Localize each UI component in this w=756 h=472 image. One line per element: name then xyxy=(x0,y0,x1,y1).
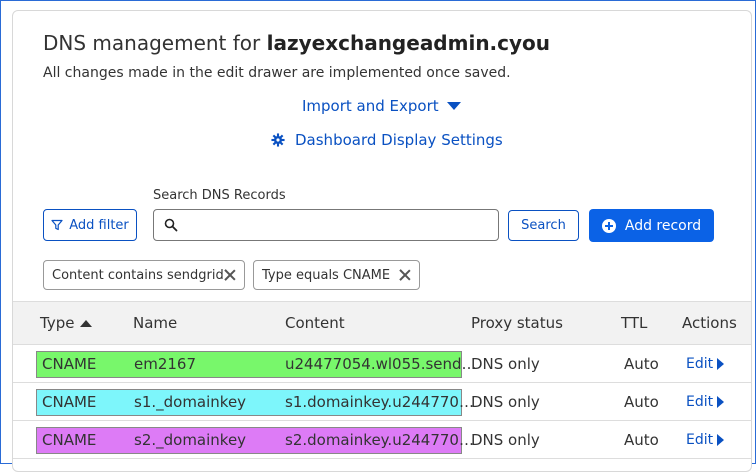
add-record-label: Add record xyxy=(624,217,702,234)
record-content: s1.domainkey.u244770… xyxy=(285,392,474,411)
record-type: CNAME xyxy=(42,430,97,449)
edit-record-button[interactable]: Edit xyxy=(686,356,725,372)
page-title: DNS management for lazyexchangeadmin.cyo… xyxy=(43,31,551,55)
column-header-content: Content xyxy=(285,314,345,332)
filter-chip-label: Content contains sendgrid xyxy=(52,267,224,283)
domain-name: lazyexchangeadmin.cyou xyxy=(266,31,551,55)
edit-record-button[interactable]: Edit xyxy=(686,432,725,448)
dashboard-settings-label: Dashboard Display Settings xyxy=(295,131,503,149)
caret-down-icon xyxy=(446,102,461,110)
record-content: s2.domainkey.u244770… xyxy=(285,430,474,449)
plus-circle-icon xyxy=(601,218,616,233)
column-header-ttl: TTL xyxy=(621,314,648,332)
column-header-name: Name xyxy=(133,314,178,332)
page-subtitle: All changes made in the edit drawer are … xyxy=(43,65,511,81)
record-ttl: Auto xyxy=(624,430,659,449)
record-name: s1._domainkey xyxy=(134,392,247,411)
record-proxy-status: DNS only xyxy=(471,392,540,411)
table-row: CNAME s2._domainkey s2.domainkey.u244770… xyxy=(13,421,751,459)
search-input[interactable] xyxy=(184,211,498,239)
dns-management-card: DNS management for lazyexchangeadmin.cyo… xyxy=(12,10,752,472)
table-header: Type Name Content Proxy status TTL Actio… xyxy=(13,301,751,345)
filter-chip-content: Content contains sendgrid xyxy=(43,260,245,290)
add-filter-button[interactable]: Add filter xyxy=(43,209,137,241)
search-box xyxy=(153,209,499,241)
column-header-proxy-status: Proxy status xyxy=(471,314,563,332)
caret-right-icon xyxy=(717,357,725,370)
record-proxy-status: DNS only xyxy=(471,354,540,373)
column-header-actions: Actions xyxy=(682,314,737,332)
filter-chip-type: Type equals CNAME xyxy=(253,260,420,290)
table-row: CNAME em2167 u24477054.wl055.send… DNS o… xyxy=(13,345,751,383)
search-label: Search DNS Records xyxy=(153,188,286,203)
search-button[interactable]: Search xyxy=(508,210,579,241)
search-icon xyxy=(164,218,178,232)
close-icon[interactable] xyxy=(399,269,411,281)
record-type: CNAME xyxy=(42,354,97,373)
record-proxy-status: DNS only xyxy=(471,430,540,449)
caret-right-icon xyxy=(717,395,725,408)
filter-icon xyxy=(51,219,63,231)
dns-records-table: Type Name Content Proxy status TTL Actio… xyxy=(13,301,751,459)
record-type: CNAME xyxy=(42,392,97,411)
record-ttl: Auto xyxy=(624,354,659,373)
record-name: s2._domainkey xyxy=(134,430,247,449)
gear-icon xyxy=(271,133,285,147)
sort-ascending-icon xyxy=(80,320,93,327)
add-record-button[interactable]: Add record xyxy=(589,209,714,242)
column-header-type[interactable]: Type xyxy=(40,314,93,332)
edit-record-button[interactable]: Edit xyxy=(686,394,725,410)
import-export-label: Import and Export xyxy=(302,97,439,115)
close-icon[interactable] xyxy=(224,269,236,281)
record-ttl: Auto xyxy=(624,392,659,411)
filter-chip-label: Type equals CNAME xyxy=(262,267,391,283)
record-name: em2167 xyxy=(134,354,197,373)
import-export-link[interactable]: Import and Export xyxy=(302,97,461,115)
dashboard-display-settings-link[interactable]: Dashboard Display Settings xyxy=(271,131,503,149)
caret-right-icon xyxy=(717,433,725,446)
add-filter-label: Add filter xyxy=(69,217,129,233)
search-button-label: Search xyxy=(521,218,566,233)
record-content: u24477054.wl055.send… xyxy=(285,354,477,373)
table-row: CNAME s1._domainkey s1.domainkey.u244770… xyxy=(13,383,751,421)
